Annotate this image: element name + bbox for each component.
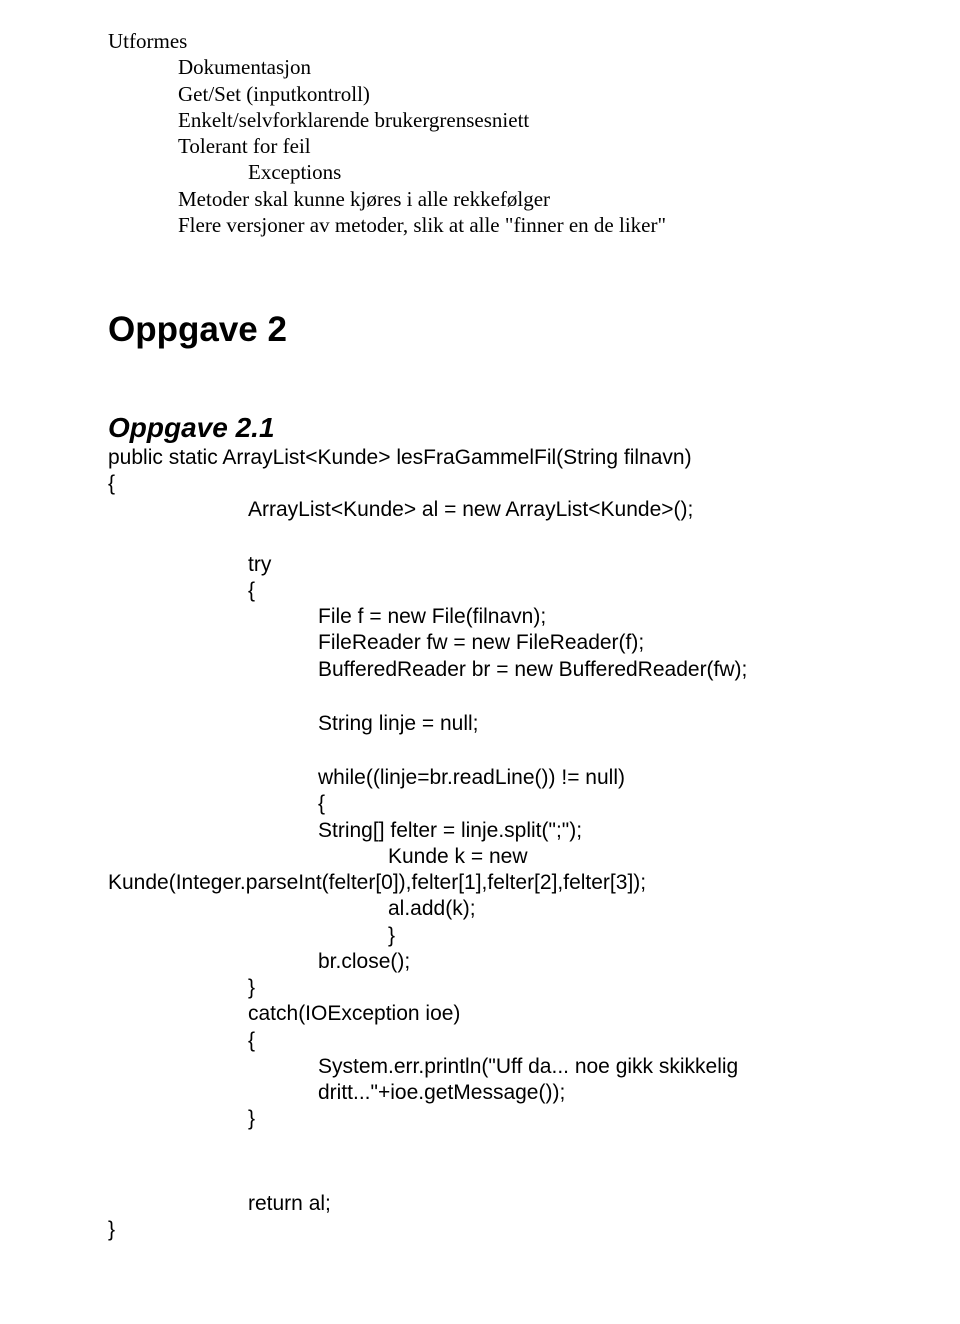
para-line: Exceptions bbox=[108, 159, 860, 185]
para-line: Enkelt/selvforklarende brukergrensesniet… bbox=[108, 107, 860, 133]
code-line: System.err.println("Uff da... noe gikk s… bbox=[108, 1054, 860, 1107]
code-line: } bbox=[108, 975, 860, 1001]
para-line: Metoder skal kunne kjøres i alle rekkefø… bbox=[108, 186, 860, 212]
code-line: Kunde k = new bbox=[108, 844, 860, 870]
code-line: while((linje=br.readLine()) != null) bbox=[108, 765, 860, 791]
para-line: Dokumentasjon bbox=[108, 54, 860, 80]
spacer bbox=[108, 683, 860, 711]
para-line: Tolerant for feil bbox=[108, 133, 860, 159]
code-line: String[] felter = linje.split(";"); bbox=[108, 818, 860, 844]
spacer bbox=[108, 524, 860, 552]
code-line: al.add(k); bbox=[108, 896, 860, 922]
code-line: { bbox=[108, 1028, 860, 1054]
heading-oppgave-2: Oppgave 2 bbox=[108, 308, 860, 352]
code-line: public static ArrayList<Kunde> lesFraGam… bbox=[108, 445, 860, 471]
code-line: } bbox=[108, 923, 860, 949]
code-line: { bbox=[108, 791, 860, 817]
para-line: Flere versjoner av metoder, slik at alle… bbox=[108, 212, 860, 238]
code-line: File f = new File(filnavn); bbox=[108, 604, 860, 630]
code-line: } bbox=[108, 1106, 860, 1132]
code-line: { bbox=[108, 471, 860, 497]
code-line: Kunde(Integer.parseInt(felter[0]),felter… bbox=[108, 870, 860, 896]
spacer bbox=[108, 238, 860, 308]
code-line: try bbox=[108, 552, 860, 578]
heading-oppgave-2-1: Oppgave 2.1 bbox=[108, 410, 860, 445]
spacer bbox=[108, 352, 860, 410]
code-line: { bbox=[108, 578, 860, 604]
para-line: Get/Set (inputkontroll) bbox=[108, 81, 860, 107]
code-line: ArrayList<Kunde> al = new ArrayList<Kund… bbox=[108, 497, 860, 523]
code-line: FileReader fw = new FileReader(f); bbox=[108, 630, 860, 656]
code-line: } bbox=[108, 1217, 860, 1243]
code-line: String linje = null; bbox=[108, 711, 860, 737]
code-line: BufferedReader br = new BufferedReader(f… bbox=[108, 657, 860, 683]
spacer bbox=[108, 1133, 860, 1191]
code-line: return al; bbox=[108, 1191, 860, 1217]
code-line: catch(IOException ioe) bbox=[108, 1001, 860, 1027]
para-line: Utformes bbox=[108, 28, 860, 54]
document-page: Utformes Dokumentasjon Get/Set (inputkon… bbox=[0, 0, 960, 1303]
spacer bbox=[108, 737, 860, 765]
code-line: br.close(); bbox=[108, 949, 860, 975]
